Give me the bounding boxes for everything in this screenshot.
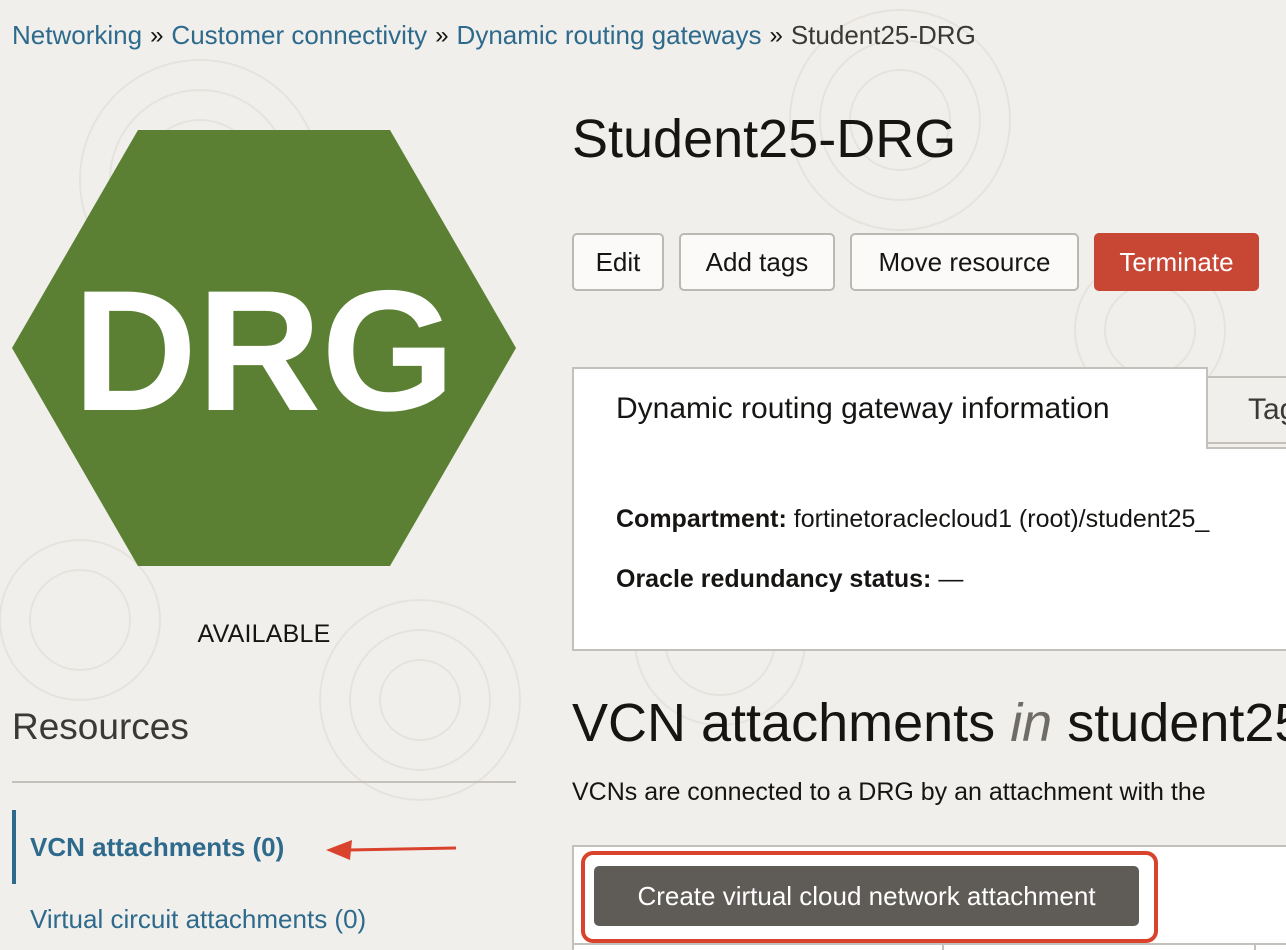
heading-main: VCN attachments [572, 693, 996, 753]
breadcrumb-separator: » [150, 21, 164, 49]
breadcrumb-current: Student25-DRG [790, 20, 976, 50]
tab-label: Tags [1248, 393, 1286, 426]
tab-label: Dynamic routing gateway information [616, 392, 1110, 425]
table-header-line [574, 943, 1286, 945]
breadcrumb-dynamic-routing-gateways[interactable]: Dynamic routing gateways [457, 20, 762, 51]
sidebar-item-virtual-circuit-attachments[interactable]: Virtual circuit attachments (0) [30, 904, 366, 935]
annotation-arrow-icon [326, 840, 457, 860]
vcn-attachments-heading: VCN attachments in student25 [572, 692, 1286, 754]
compartment-label: Compartment: [616, 505, 787, 533]
redundancy-value: — [938, 565, 964, 593]
redundancy-label: Oracle redundancy status: [616, 565, 932, 593]
tab-tags[interactable]: Tags [1206, 376, 1286, 444]
sidebar-item-vcn-attachments[interactable]: VCN attachments (0) [30, 832, 284, 863]
drg-info-panel: Compartment: fortinetoraclecloud1 (root)… [572, 447, 1286, 651]
redundancy-row: Oracle redundancy status: — [616, 565, 963, 594]
hexagon-label: DRG [73, 255, 455, 447]
drg-hexagon-icon: DRG [12, 130, 516, 566]
tab-drg-information[interactable]: Dynamic routing gateway information [572, 367, 1208, 449]
heading-in: in [1010, 693, 1053, 753]
terminate-button[interactable]: Terminate [1094, 233, 1259, 291]
annotation-highlight-box [581, 851, 1158, 943]
compartment-row: Compartment: fortinetoraclecloud1 (root)… [616, 505, 1209, 534]
compartment-value: fortinetoraclecloud1 (root)/student25_ [793, 505, 1210, 533]
move-resource-button[interactable]: Move resource [850, 233, 1079, 291]
vcn-attachments-description: VCNs are connected to a DRG by an attach… [572, 778, 1206, 806]
add-tags-button[interactable]: Add tags [679, 233, 835, 291]
lifecycle-status: AVAILABLE [197, 620, 331, 648]
breadcrumb-separator: » [769, 21, 783, 49]
breadcrumb: Networking » Customer connectivity » Dyn… [12, 20, 976, 51]
breadcrumb-customer-connectivity[interactable]: Customer connectivity [171, 20, 427, 51]
active-item-indicator [12, 810, 16, 884]
table-column-divider [942, 943, 944, 950]
edit-button[interactable]: Edit [572, 233, 664, 291]
heading-compartment: student25 [1067, 693, 1286, 753]
resources-heading: Resources [12, 706, 189, 747]
resources-divider [12, 781, 516, 783]
breadcrumb-networking[interactable]: Networking [12, 20, 142, 51]
table-column-divider [1254, 943, 1256, 950]
page-title: Student25-DRG [572, 109, 957, 169]
breadcrumb-separator: » [435, 21, 449, 49]
